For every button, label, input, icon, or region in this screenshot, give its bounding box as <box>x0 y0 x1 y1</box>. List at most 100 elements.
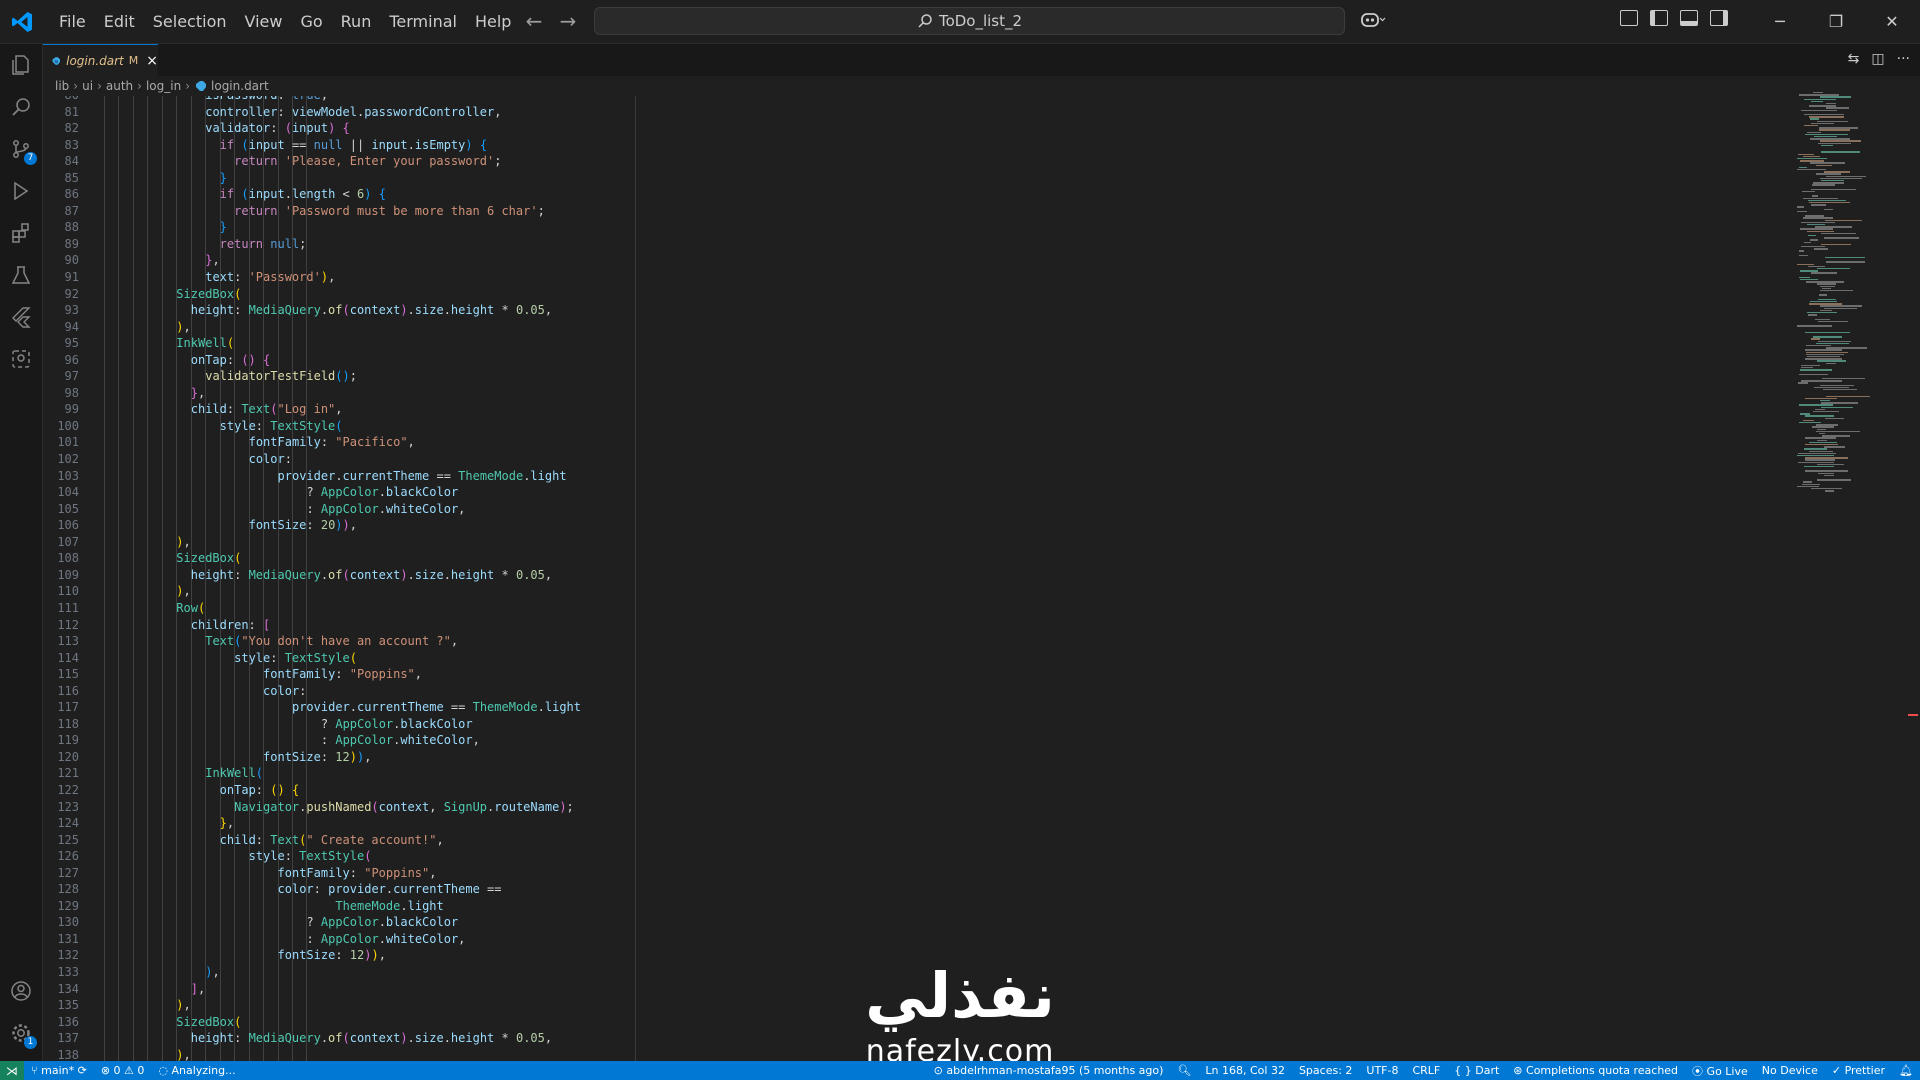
minimize-icon[interactable]: ─ <box>1752 0 1808 43</box>
code-token: context <box>349 567 401 582</box>
menu-terminal[interactable]: Terminal <box>380 0 466 43</box>
status-bar: ⋊ ⑂ main* ⟳ ⊗ 0 ⚠ 0 ◌ Analyzing... ⊙ abd… <box>0 1061 1920 1080</box>
code-text: provider.currentTheme == ThemeMode.light <box>278 468 567 485</box>
code-token: size <box>414 567 444 582</box>
code-token: light <box>544 700 581 715</box>
copilot-icon[interactable] <box>1360 10 1386 33</box>
accounts-icon[interactable] <box>9 979 33 1003</box>
zoom-icon[interactable]: 🔍︎ <box>1170 1064 1198 1077</box>
code-token: height <box>450 303 495 318</box>
tab-close-icon[interactable]: × <box>146 53 158 69</box>
minimap-line <box>1808 199 1847 202</box>
testing-icon[interactable] <box>9 263 33 287</box>
code-token: : <box>320 749 336 764</box>
minimap-line <box>1817 360 1846 362</box>
code-token: : <box>248 617 263 632</box>
remote-indicator-icon[interactable]: ⋊ <box>0 1061 24 1080</box>
line-number: 97 <box>64 369 79 384</box>
menu-go[interactable]: Go <box>291 0 331 43</box>
close-window-icon[interactable]: ✕ <box>1864 0 1920 43</box>
restore-icon[interactable]: ❐ <box>1808 0 1864 43</box>
source-control-icon[interactable]: 7 <box>9 137 37 165</box>
explorer-icon[interactable] <box>9 53 33 77</box>
extensions-icon[interactable] <box>9 221 33 245</box>
minimap[interactable] <box>1795 92 1875 502</box>
code-token: ) <box>342 518 350 533</box>
tab-login-dart[interactable]: login.dart M × <box>43 44 158 76</box>
manage-gear-icon[interactable]: 1 <box>9 1021 37 1049</box>
code-token: light <box>407 898 444 913</box>
run-debug-icon[interactable] <box>9 179 33 203</box>
breadcrumb-file[interactable]: login.dart <box>211 79 269 93</box>
notifications-bell-icon[interactable]: 🔔︎ <box>1892 1064 1920 1077</box>
branch-indicator[interactable]: ⑂ main* ⟳ <box>24 1064 94 1077</box>
encoding[interactable]: UTF-8 <box>1359 1064 1405 1077</box>
menu-help[interactable]: Help <box>466 0 520 43</box>
copilot-status[interactable]: ⊛ Completions quota reached <box>1506 1064 1685 1077</box>
code-token: color <box>248 452 285 467</box>
go-live-button[interactable]: ⦿ Go Live <box>1685 1063 1755 1079</box>
search-sidebar-icon[interactable] <box>9 95 33 119</box>
open-changes-icon[interactable]: ⇆ <box>1848 51 1860 67</box>
minimap-line <box>1814 136 1837 138</box>
git-blame[interactable]: ⊙ abdelrhman-mostafa95 (5 months ago) <box>927 1064 1171 1077</box>
breadcrumb-lib[interactable]: lib <box>55 79 69 93</box>
code-token: ( <box>335 418 343 433</box>
minimap-line <box>1819 294 1827 296</box>
minimap-line <box>1806 351 1848 353</box>
remote-explorer-icon[interactable] <box>9 347 33 371</box>
command-center-search[interactable]: ToDo_list_2 <box>594 7 1345 35</box>
minimap-line <box>1805 444 1839 446</box>
line-number: 94 <box>64 319 79 334</box>
code-token: MediaQuery <box>248 303 321 318</box>
code-editor[interactable]: 80 isPassword: true, 81 controller: viewMod… <box>43 96 1920 1061</box>
forward-arrow-icon[interactable]: → <box>556 9 580 33</box>
menu-selection[interactable]: Selection <box>144 0 236 43</box>
menu-file[interactable]: File <box>50 0 95 43</box>
flutter-icon[interactable] <box>9 305 33 329</box>
end-of-line[interactable]: CRLF <box>1405 1064 1447 1077</box>
menu-view[interactable]: View <box>236 0 292 43</box>
breadcrumb-ui[interactable]: ui <box>82 79 93 93</box>
code-token: . <box>378 501 386 516</box>
prettier-status[interactable]: ✓ Prettier <box>1825 1064 1892 1077</box>
code-token: pushNamed <box>306 799 372 814</box>
breadcrumb-auth[interactable]: auth <box>106 79 133 93</box>
toggle-primary-sidebar-icon[interactable] <box>1650 10 1668 26</box>
code-text: } <box>220 170 227 187</box>
minimap-line <box>1805 470 1849 472</box>
split-editor-icon[interactable]: ◫ <box>1871 51 1884 67</box>
code-token: 'Password must be more than 6 char' <box>284 203 538 218</box>
menu-run[interactable]: Run <box>332 0 381 43</box>
breadcrumb-log-in[interactable]: log_in <box>146 79 181 93</box>
code-token: AppColor <box>335 733 394 748</box>
code-token: ThemeMode <box>472 700 538 715</box>
device-selector[interactable]: No Device <box>1755 1064 1825 1077</box>
line-number: 110 <box>57 584 79 599</box>
menu-edit[interactable]: Edit <box>95 0 144 43</box>
toggle-secondary-sidebar-icon[interactable] <box>1710 10 1728 26</box>
line-number: 103 <box>57 468 79 483</box>
indentation[interactable]: Spaces: 2 <box>1292 1064 1359 1077</box>
problems-indicator[interactable]: ⊗ 0 ⚠ 0 <box>94 1064 152 1077</box>
more-actions-icon[interactable]: ··· <box>1897 51 1910 67</box>
line-number: 117 <box>57 700 79 715</box>
code-token: , <box>335 402 343 417</box>
code-token: . <box>378 931 386 946</box>
code-text: provider.currentTheme == ThemeMode.light <box>292 699 581 716</box>
code-token: child <box>219 832 256 847</box>
code-token: currentTheme <box>357 700 444 715</box>
minimap-line <box>1803 155 1820 158</box>
minimap-line <box>1826 362 1836 364</box>
code-token: ) <box>400 303 408 318</box>
code-token: , <box>544 567 553 582</box>
language-mode[interactable]: { } Dart <box>1447 1064 1506 1077</box>
toggle-panel-icon[interactable] <box>1680 10 1698 26</box>
blame-text: abdelrhman-mostafa95 (5 months ago) <box>946 1064 1164 1077</box>
back-arrow-icon[interactable]: ← <box>522 9 546 33</box>
customize-layout-icon[interactable] <box>1620 10 1638 26</box>
cursor-position[interactable]: Ln 168, Col 32 <box>1198 1064 1292 1077</box>
code-token: light <box>530 468 567 483</box>
